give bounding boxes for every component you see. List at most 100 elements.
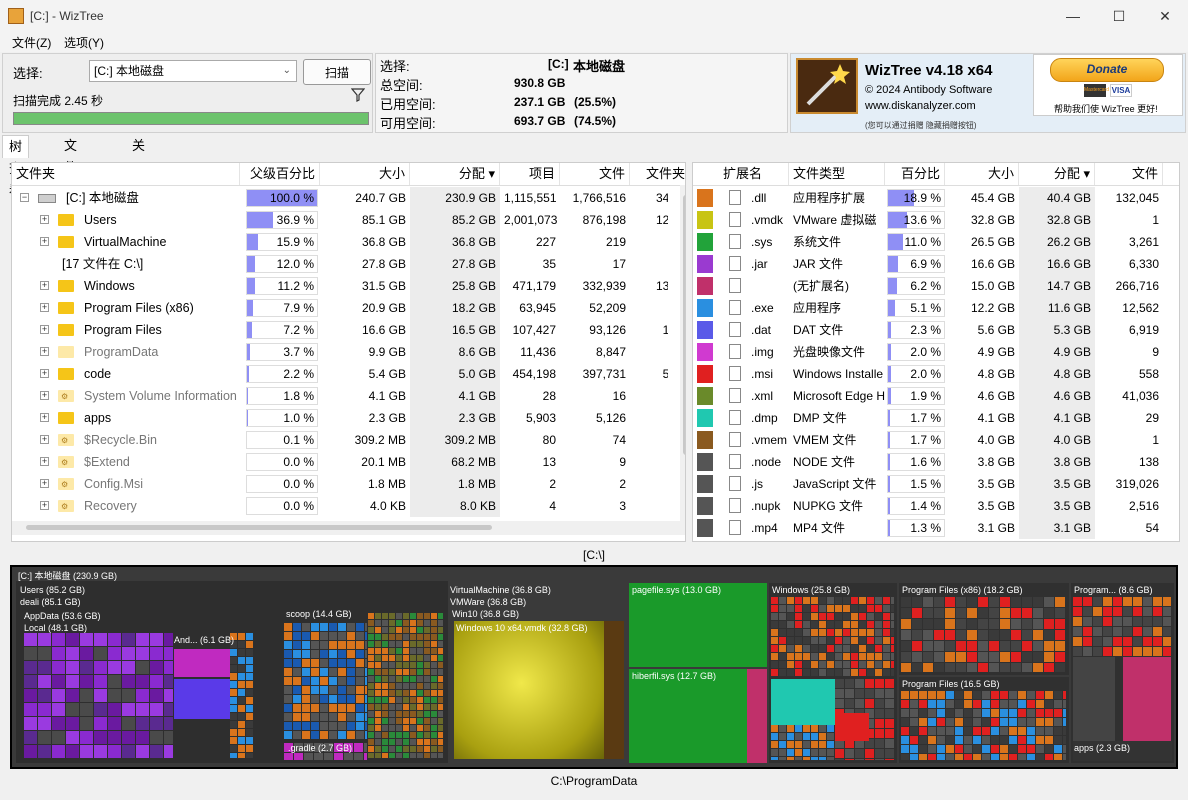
treemap-cell[interactable] (1143, 637, 1152, 646)
treemap-cell[interactable] (883, 637, 890, 644)
treemap-cell[interactable] (382, 634, 388, 640)
treemap-cell[interactable] (771, 597, 778, 604)
treemap-cell[interactable] (403, 753, 409, 758)
ext-column-header[interactable]: 扩展名 (719, 163, 789, 185)
treemap-cell[interactable] (410, 613, 416, 619)
treemap-cell[interactable] (859, 605, 866, 612)
treemap-cell[interactable] (867, 637, 874, 644)
treemap-cell[interactable] (885, 719, 894, 728)
treemap-cell[interactable] (1045, 691, 1053, 699)
expand-toggle-icon[interactable]: + (40, 347, 49, 356)
treemap-cell[interactable] (246, 737, 253, 744)
treemap-cell[interactable] (302, 695, 310, 703)
treemap-cell[interactable] (875, 661, 882, 668)
treemap-cell[interactable] (1000, 700, 1008, 708)
treemap-cell[interactable] (417, 669, 423, 675)
treemap-cell[interactable] (967, 597, 977, 607)
treemap-cell[interactable] (417, 732, 423, 738)
ext-column-header[interactable]: 大小 (945, 163, 1019, 185)
treemap-cell[interactable] (891, 629, 894, 636)
treemap-cell[interactable] (1027, 709, 1035, 717)
treemap-cell[interactable] (923, 630, 933, 640)
treemap-cell[interactable] (356, 677, 364, 685)
scan-button[interactable]: 扫描 (303, 59, 371, 85)
treemap-cell[interactable] (795, 669, 802, 676)
treemap-cell[interactable] (989, 641, 999, 651)
treemap-cell[interactable] (356, 623, 364, 631)
treemap-cell[interactable] (851, 597, 858, 604)
treemap-cell[interactable] (38, 661, 51, 674)
treemap-cell[interactable] (891, 597, 894, 604)
treemap-cell[interactable] (396, 641, 402, 647)
treemap-cell[interactable] (1083, 607, 1092, 616)
treemap-cell[interactable] (136, 661, 149, 674)
treemap-cell[interactable] (978, 619, 988, 629)
treemap-cell[interactable] (989, 608, 999, 618)
treemap-cell[interactable] (885, 739, 894, 748)
treemap-cell[interactable] (1153, 647, 1162, 656)
treemap-cell[interactable] (403, 676, 409, 682)
treemap-cell[interactable] (771, 725, 778, 732)
treemap-cell[interactable] (964, 718, 972, 726)
treemap-cell[interactable] (803, 613, 810, 620)
treemap-cell[interactable] (410, 620, 416, 626)
treemap-cell[interactable] (80, 717, 93, 730)
treemap-cell[interactable] (431, 739, 437, 745)
treemap-cell[interactable] (779, 669, 786, 676)
treemap-cell[interactable] (364, 753, 367, 760)
treemap-cell[interactable] (80, 633, 93, 646)
treemap-cell[interactable] (803, 621, 810, 628)
treemap-cell[interactable] (52, 717, 65, 730)
treemap-cell[interactable] (851, 653, 858, 660)
tree-column-header[interactable]: 大小 (320, 163, 410, 185)
treemap-cell[interactable] (431, 648, 437, 654)
treemap-cell[interactable] (164, 647, 173, 660)
treemap-cell[interactable] (991, 736, 999, 744)
treemap-cell[interactable] (1000, 641, 1010, 651)
treemap-cell[interactable] (946, 754, 954, 760)
treemap-cell[interactable] (934, 619, 944, 629)
treemap-cell[interactable] (150, 633, 163, 646)
treemap-cell[interactable] (396, 697, 402, 703)
treemap-cell[interactable] (438, 690, 443, 696)
treemap-cell[interactable] (365, 623, 367, 631)
treemap-cell[interactable] (80, 675, 93, 688)
treemap-cell[interactable] (52, 689, 65, 702)
treemap-cell[interactable] (389, 627, 395, 633)
treemap-cell[interactable] (795, 605, 802, 612)
treemap-cell[interactable] (431, 704, 437, 710)
treemap-cell[interactable] (1033, 630, 1043, 640)
treemap-cell[interactable] (912, 652, 922, 662)
tree-column-header[interactable]: 文件夹 (12, 163, 240, 185)
treemap-cell[interactable] (919, 709, 927, 717)
treemap-cell[interactable] (1000, 630, 1010, 640)
treemap-cell[interactable] (389, 683, 395, 689)
treemap-cell[interactable] (368, 725, 374, 731)
treemap-cell[interactable] (835, 653, 842, 660)
treemap-cell[interactable] (1036, 727, 1044, 735)
treemap-cell[interactable] (843, 669, 850, 676)
treemap-cell[interactable] (803, 661, 810, 668)
tab-tree-view[interactable]: 树查看 (2, 135, 30, 198)
treemap-cell[interactable] (779, 661, 786, 668)
treemap-cell[interactable] (389, 753, 395, 758)
treemap-cell[interactable] (867, 653, 874, 660)
minimize-icon[interactable]: — (1050, 0, 1096, 32)
tree-row[interactable]: − [C:] 本地磁盘 100.0 % 240.7 GB 230.9 GB 1,115,5… (12, 187, 668, 209)
treemap-cell[interactable] (396, 613, 402, 619)
treemap-cell[interactable] (779, 613, 786, 620)
treemap-cell[interactable] (967, 619, 977, 629)
treemap-cell[interactable] (787, 605, 794, 612)
treemap-cell[interactable] (1045, 727, 1053, 735)
treemap-cell[interactable] (1009, 718, 1017, 726)
treemap-cell[interactable] (919, 754, 927, 760)
treemap-cell[interactable] (431, 683, 437, 689)
ext-row[interactable]: .xml Microsoft Edge H 1.9 % 4.6 GB 4.6 GB 41,… (693, 385, 1179, 407)
treemap-cell[interactable] (431, 690, 437, 696)
treemap-cell[interactable] (320, 632, 328, 640)
tree-row[interactable]: + ⚙ System Volume Information 1.8 % 4.1 GB 4.… (12, 385, 668, 407)
treemap-cell[interactable] (973, 709, 981, 717)
treemap-cell[interactable] (1009, 691, 1017, 699)
treemap-cell[interactable] (883, 605, 890, 612)
treemap-cell[interactable] (410, 732, 416, 738)
